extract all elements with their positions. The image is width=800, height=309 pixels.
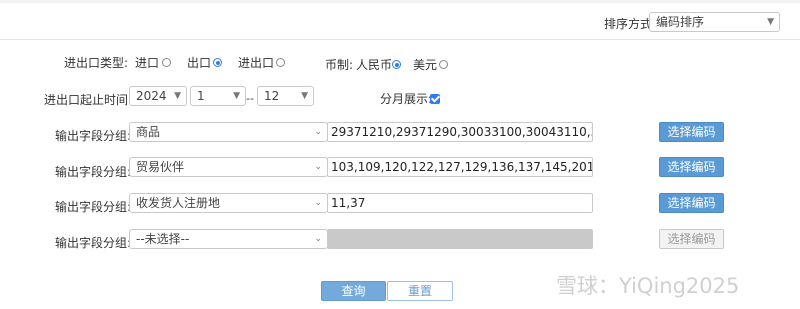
radio-export-label: 出口 (187, 56, 212, 70)
radio-export[interactable] (213, 55, 222, 69)
chevron-down-icon: ▼ (174, 91, 181, 101)
field-group-select[interactable]: 收发货人注册地 ⌄ (129, 193, 328, 213)
radio-import-export-label: 进出口 (238, 56, 275, 70)
field-group-select[interactable]: 贸易伙伴 ⌄ (129, 157, 328, 177)
field-group-label: 输出字段分组: (55, 129, 132, 143)
radio-usd[interactable] (439, 57, 448, 71)
chevron-down-icon: ▼ (767, 17, 774, 27)
monthly-label: 分月展示: (380, 92, 433, 106)
radio-import[interactable] (162, 55, 171, 69)
field-group-codes-input[interactable]: 103,109,120,122,127,129,136,137,145,201,… (327, 157, 593, 177)
select-code-button[interactable]: 选择编码 (659, 157, 724, 177)
field-group-select-value: 收发货人注册地 (136, 196, 221, 210)
field-group-label: 输出字段分组: (55, 200, 132, 214)
radio-import-label: 进口 (135, 56, 160, 70)
year-select[interactable]: 2024 ▼ (129, 86, 187, 106)
sort-select[interactable]: 编码排序 ▼ (649, 12, 780, 32)
currency-label: 币制: (325, 58, 354, 72)
sort-select-value: 编码排序 (656, 15, 705, 29)
field-group-select-value: 贸易伙伴 (136, 160, 185, 174)
field-group-label: 输出字段分组: (55, 165, 132, 179)
field-group-codes-input-disabled (327, 229, 593, 249)
query-button[interactable]: 查询 (321, 281, 386, 301)
field-group-select[interactable]: 商品 ⌄ (129, 122, 328, 142)
end-month-value: 12 (264, 89, 280, 103)
monthly-checkbox[interactable] (430, 91, 440, 105)
field-group-codes-input[interactable]: 29371210,29371290,30033100,30043110,3004… (327, 122, 593, 142)
chevron-down-icon: ▼ (233, 91, 240, 101)
end-month-select[interactable]: 12 ▼ (257, 86, 314, 106)
start-month-select[interactable]: 1 ▼ (190, 86, 246, 106)
top-divider (0, 0, 800, 3)
chevron-down-icon: ⌄ (314, 198, 322, 208)
select-code-button-disabled: 选择编码 (659, 229, 724, 249)
select-code-button[interactable]: 选择编码 (659, 122, 724, 142)
reset-button[interactable]: 重置 (387, 281, 453, 301)
radio-import-export[interactable] (276, 55, 285, 69)
chevron-down-icon: ▼ (301, 91, 308, 101)
radio-rmb-label: 人民币 (356, 58, 393, 72)
select-code-button[interactable]: 选择编码 (659, 193, 724, 213)
chevron-down-icon: ⌄ (314, 127, 322, 137)
time-range-label: 进出口起止时间: (44, 93, 133, 107)
field-group-select-value: --未选择-- (136, 232, 190, 246)
chevron-down-icon: ⌄ (314, 234, 322, 244)
start-month-value: 1 (197, 89, 205, 103)
year-value: 2024 (136, 89, 167, 103)
radio-rmb[interactable] (392, 57, 401, 71)
field-group-select-value: 商品 (136, 125, 161, 139)
field-group-label: 输出字段分组: (55, 236, 132, 250)
field-group-select[interactable]: --未选择-- ⌄ (129, 229, 328, 249)
trade-type-label: 进出口类型: (64, 56, 129, 70)
radio-usd-label: 美元 (413, 58, 438, 72)
chevron-down-icon: ⌄ (314, 162, 322, 172)
top-bar: 排序方式: 编码排序 ▼ (0, 0, 800, 40)
field-group-codes-input[interactable]: 11,37 (327, 193, 593, 213)
watermark-text: 雪球：YiQing2025 (556, 274, 740, 298)
range-separator: -- (246, 92, 254, 105)
